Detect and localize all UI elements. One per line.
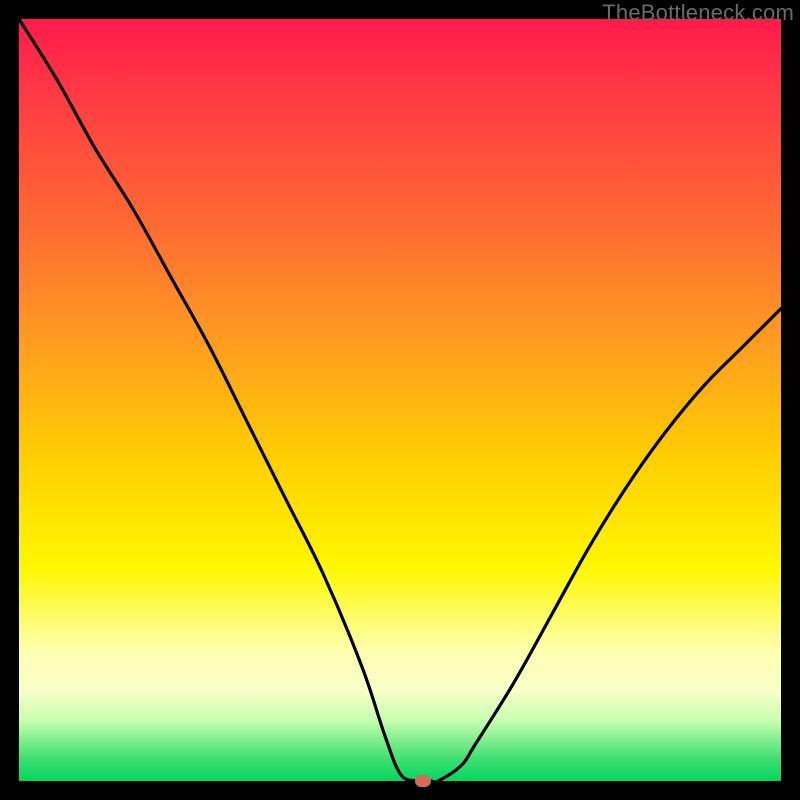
chart-frame: TheBottleneck.com — [0, 0, 800, 800]
bottleneck-curve — [19, 19, 781, 781]
watermark-text: TheBottleneck.com — [602, 0, 794, 26]
plot-area — [19, 19, 781, 781]
optimal-point-marker — [415, 775, 431, 787]
